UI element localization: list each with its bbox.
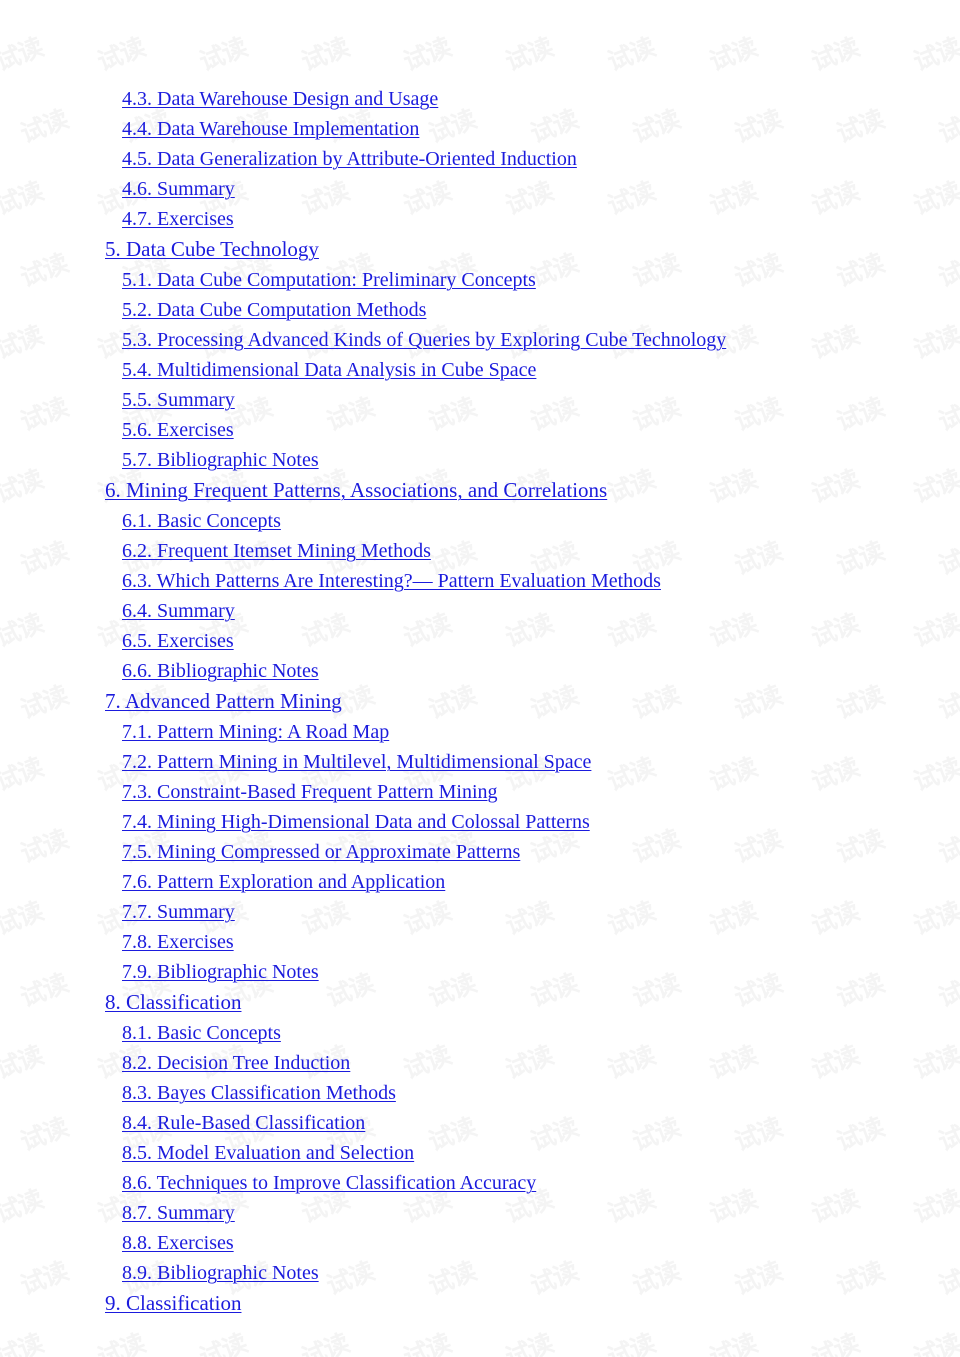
toc-link[interactable]: 6.5. Exercises — [122, 630, 234, 652]
toc-link[interactable]: 5.6. Exercises — [122, 419, 234, 441]
watermark-text: 试读 — [501, 1328, 557, 1357]
toc-link[interactable]: 6.6. Bibliographic Notes — [122, 660, 319, 682]
toc-entry: 7.5. Mining Compressed or Approximate Pa… — [0, 838, 960, 868]
toc-entry: 8.4. Rule-Based Classification — [0, 1109, 960, 1139]
toc-link[interactable]: 8.9. Bibliographic Notes — [122, 1262, 319, 1284]
toc-link[interactable]: 5.3. Processing Advanced Kinds of Querie… — [122, 329, 726, 351]
toc-link[interactable]: 7.3. Constraint-Based Frequent Pattern M… — [122, 781, 498, 803]
toc-entry: 7.3. Constraint-Based Frequent Pattern M… — [0, 778, 960, 808]
toc-link[interactable]: 6.4. Summary — [122, 600, 235, 622]
toc-entry: 8.5. Model Evaluation and Selection — [0, 1139, 960, 1169]
toc-entry: 4.7. Exercises — [0, 205, 960, 235]
toc-link[interactable]: 9. Classification — [105, 1291, 241, 1315]
toc-link[interactable]: 8.8. Exercises — [122, 1232, 234, 1254]
toc-link[interactable]: 5.1. Data Cube Computation: Preliminary … — [122, 269, 536, 291]
toc-entry: 9. Classification — [0, 1289, 960, 1320]
table-of-contents: 4.3. Data Warehouse Design and Usage 4.4.… — [0, 0, 960, 1320]
toc-list: 4.3. Data Warehouse Design and Usage 4.4.… — [0, 85, 960, 1320]
toc-entry: 4.6. Summary — [0, 175, 960, 205]
watermark-text: 试读 — [297, 1328, 353, 1357]
toc-link[interactable]: 8.3. Bayes Classification Methods — [122, 1082, 396, 1104]
toc-link[interactable]: 7.5. Mining Compressed or Approximate Pa… — [122, 841, 520, 863]
toc-entry: 6.1. Basic Concepts — [0, 507, 960, 537]
watermark-text: 试读 — [909, 1328, 960, 1357]
toc-link[interactable]: 6. Mining Frequent Patterns, Association… — [105, 478, 607, 502]
toc-link[interactable]: 7. Advanced Pattern Mining — [105, 689, 342, 713]
toc-link[interactable]: 6.1. Basic Concepts — [122, 510, 281, 532]
toc-entry: 7.2. Pattern Mining in Multilevel, Multi… — [0, 748, 960, 778]
toc-entry: 5.5. Summary — [0, 386, 960, 416]
toc-link[interactable]: 7.7. Summary — [122, 901, 235, 923]
toc-entry: 8.7. Summary — [0, 1199, 960, 1229]
toc-entry: 8. Classification — [0, 988, 960, 1019]
toc-link[interactable]: 5. Data Cube Technology — [105, 237, 319, 261]
toc-link[interactable]: 4.7. Exercises — [122, 208, 234, 230]
toc-entry: 8.1. Basic Concepts — [0, 1019, 960, 1049]
watermark-text: 试读 — [399, 1328, 455, 1357]
toc-entry: 8.6. Techniques to Improve Classificatio… — [0, 1169, 960, 1199]
watermark-text: 试读 — [807, 1328, 863, 1357]
toc-link[interactable]: 6.3. Which Patterns Are Interesting?— Pa… — [122, 570, 661, 592]
toc-entry: 6.3. Which Patterns Are Interesting?— Pa… — [0, 567, 960, 597]
toc-entry: 5. Data Cube Technology — [0, 235, 960, 266]
toc-link[interactable]: 8.1. Basic Concepts — [122, 1022, 281, 1044]
toc-entry: 6.2. Frequent Itemset Mining Methods — [0, 537, 960, 567]
toc-entry: 6.5. Exercises — [0, 627, 960, 657]
toc-link[interactable]: 6.2. Frequent Itemset Mining Methods — [122, 540, 431, 562]
toc-entry: 5.4. Multidimensional Data Analysis in C… — [0, 356, 960, 386]
toc-link[interactable]: 4.3. Data Warehouse Design and Usage — [122, 88, 438, 110]
toc-entry: 5.3. Processing Advanced Kinds of Querie… — [0, 326, 960, 356]
toc-link[interactable]: 8.6. Techniques to Improve Classificatio… — [122, 1172, 536, 1194]
toc-entry: 4.3. Data Warehouse Design and Usage — [0, 85, 960, 115]
toc-entry: 8.9. Bibliographic Notes — [0, 1259, 960, 1289]
watermark-text: 试读 — [93, 1328, 149, 1357]
toc-link[interactable]: 5.7. Bibliographic Notes — [122, 449, 319, 471]
toc-entry: 5.7. Bibliographic Notes — [0, 446, 960, 476]
toc-link[interactable]: 7.9. Bibliographic Notes — [122, 961, 319, 983]
toc-entry: 6.4. Summary — [0, 597, 960, 627]
toc-entry: 6.6. Bibliographic Notes — [0, 657, 960, 687]
toc-link[interactable]: 4.6. Summary — [122, 178, 235, 200]
watermark-text: 试读 — [0, 1328, 47, 1357]
toc-entry: 7. Advanced Pattern Mining — [0, 687, 960, 718]
toc-entry: 4.5. Data Generalization by Attribute-Or… — [0, 145, 960, 175]
toc-link[interactable]: 5.5. Summary — [122, 389, 235, 411]
toc-entry: 5.1. Data Cube Computation: Preliminary … — [0, 266, 960, 296]
watermark-text: 试读 — [705, 1328, 761, 1357]
toc-link[interactable]: 8.4. Rule-Based Classification — [122, 1112, 365, 1134]
watermark-text: 试读 — [195, 1328, 251, 1357]
toc-entry: 7.1. Pattern Mining: A Road Map — [0, 718, 960, 748]
toc-entry: 7.4. Mining High-Dimensional Data and Co… — [0, 808, 960, 838]
toc-link[interactable]: 8.2. Decision Tree Induction — [122, 1052, 350, 1074]
toc-link[interactable]: 8.7. Summary — [122, 1202, 235, 1224]
toc-entry: 7.8. Exercises — [0, 928, 960, 958]
toc-entry: 8.3. Bayes Classification Methods — [0, 1079, 960, 1109]
toc-entry: 5.2. Data Cube Computation Methods — [0, 296, 960, 326]
toc-link[interactable]: 5.4. Multidimensional Data Analysis in C… — [122, 359, 536, 381]
toc-entry: 6. Mining Frequent Patterns, Association… — [0, 476, 960, 507]
toc-entry: 7.6. Pattern Exploration and Application — [0, 868, 960, 898]
toc-link[interactable]: 7.6. Pattern Exploration and Application — [122, 871, 445, 893]
toc-entry: 7.7. Summary — [0, 898, 960, 928]
toc-link[interactable]: 7.2. Pattern Mining in Multilevel, Multi… — [122, 751, 591, 773]
toc-entry: 4.4. Data Warehouse Implementation — [0, 115, 960, 145]
toc-link[interactable]: 7.4. Mining High-Dimensional Data and Co… — [122, 811, 590, 833]
toc-link[interactable]: 8. Classification — [105, 990, 241, 1014]
toc-entry: 7.9. Bibliographic Notes — [0, 958, 960, 988]
toc-link[interactable]: 8.5. Model Evaluation and Selection — [122, 1142, 414, 1164]
toc-link[interactable]: 7.1. Pattern Mining: A Road Map — [122, 721, 389, 743]
toc-link[interactable]: 4.4. Data Warehouse Implementation — [122, 118, 419, 140]
toc-entry: 5.6. Exercises — [0, 416, 960, 446]
toc-entry: 8.8. Exercises — [0, 1229, 960, 1259]
toc-entry: 8.2. Decision Tree Induction — [0, 1049, 960, 1079]
watermark-text: 试读 — [603, 1328, 659, 1357]
toc-link[interactable]: 5.2. Data Cube Computation Methods — [122, 299, 426, 321]
toc-link[interactable]: 7.8. Exercises — [122, 931, 234, 953]
toc-link[interactable]: 4.5. Data Generalization by Attribute-Or… — [122, 148, 577, 170]
